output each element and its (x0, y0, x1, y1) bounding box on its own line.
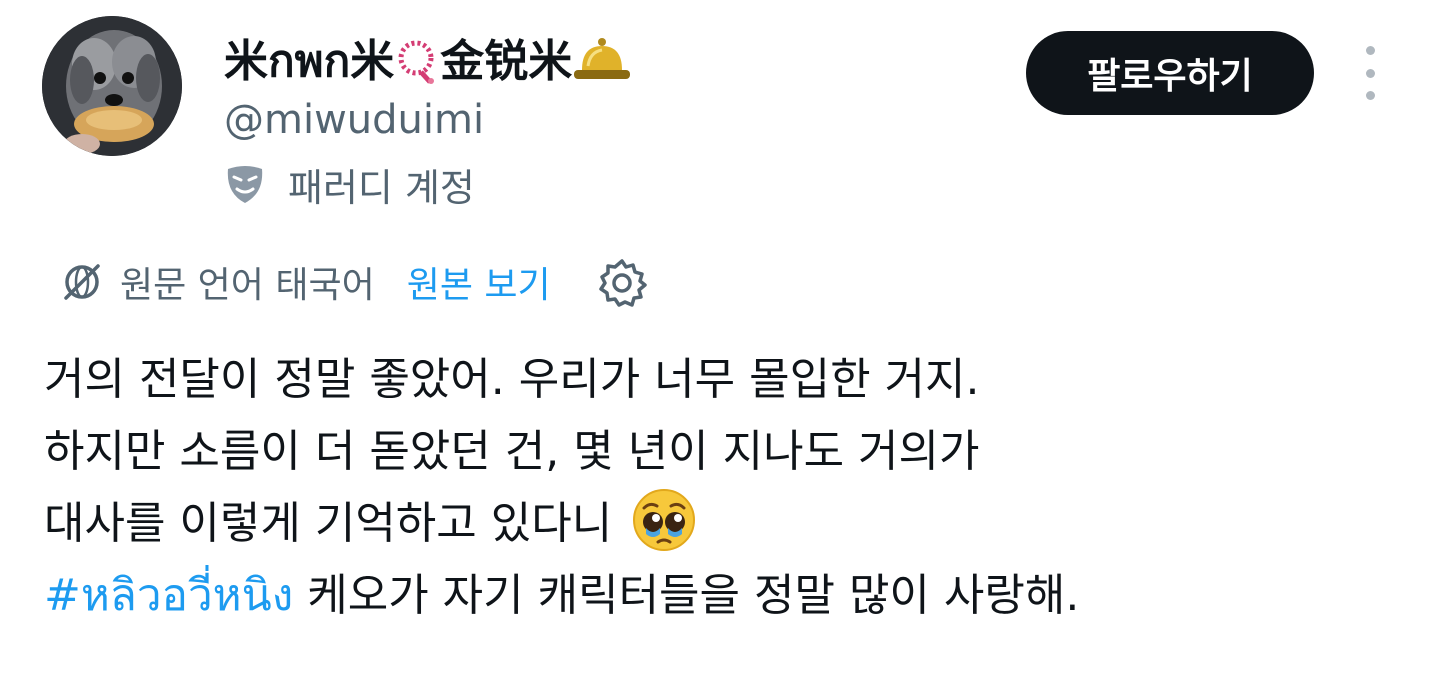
tweet-text-line-1: 거의 전달이 정말 좋았어. 우리가 너무 몰입한 거지. (44, 354, 980, 405)
translated-from-label: 원문 언어 태국어 (120, 265, 375, 306)
more-options-button[interactable] (1350, 46, 1390, 100)
theater-mask-icon (227, 166, 263, 203)
translation-bar: 원문 언어 태국어 원본 보기 (60, 254, 647, 310)
translate-globe-icon (64, 264, 100, 300)
display-name-part-1: 米กพก米 (224, 36, 395, 87)
parody-account-label: 패러디 계정 (288, 165, 475, 210)
more-vertical-icon-dot-2 (1365, 68, 1375, 78)
avatar[interactable] (42, 16, 182, 156)
tweet-detail-page: 米กพก米 金锐米 @miwuduimi 패러디 계정 팔로우하기 원문 언어 … (0, 0, 1440, 698)
show-original-link[interactable]: 원본 보기 (407, 256, 551, 308)
tweet-text-line-2: 하지만 소름이 더 돋았던 건, 몇 년이 지나도 거의가 (44, 426, 980, 477)
more-vertical-icon (1365, 46, 1375, 55)
hashtag-link[interactable]: #หลิวอวี่หนิง (44, 570, 293, 621)
tweet-text: 거의 전달이 정말 좋았어. 우리가 너무 몰입한 거지. 하지만 소름이 더 … (44, 344, 1424, 632)
tweet-text-line-4: #หลิวอวี่หนิง 케오가 자기 캐릭터들을 정말 많이 사랑해. (44, 560, 1424, 632)
bell-icon (574, 38, 631, 79)
tweet-text-line-3: 대사를 이렇게 기억하고 있다니 (44, 488, 1424, 560)
prayer-beads-icon (398, 40, 435, 84)
display-name[interactable]: 米กพก米 金锐米 (224, 34, 632, 90)
more-vertical-icon-dot-3 (1365, 91, 1375, 100)
follow-button[interactable]: 팔로우하기 (1026, 31, 1314, 115)
dog-photo-icon (42, 16, 182, 156)
user-handle[interactable]: @miwuduimi (224, 94, 484, 146)
parody-badge: 패러디 계정 (224, 158, 475, 210)
tweet-text-line-4-rest: 케오가 자기 캐릭터들을 정말 많이 사랑해. (293, 570, 1080, 621)
display-name-part-2: 金锐米 (440, 36, 573, 87)
tweet-text-line-3-text: 대사를 이렇게 기억하고 있다니 (44, 498, 613, 549)
pleading-face-icon (633, 489, 696, 551)
gear-icon[interactable] (597, 257, 647, 307)
